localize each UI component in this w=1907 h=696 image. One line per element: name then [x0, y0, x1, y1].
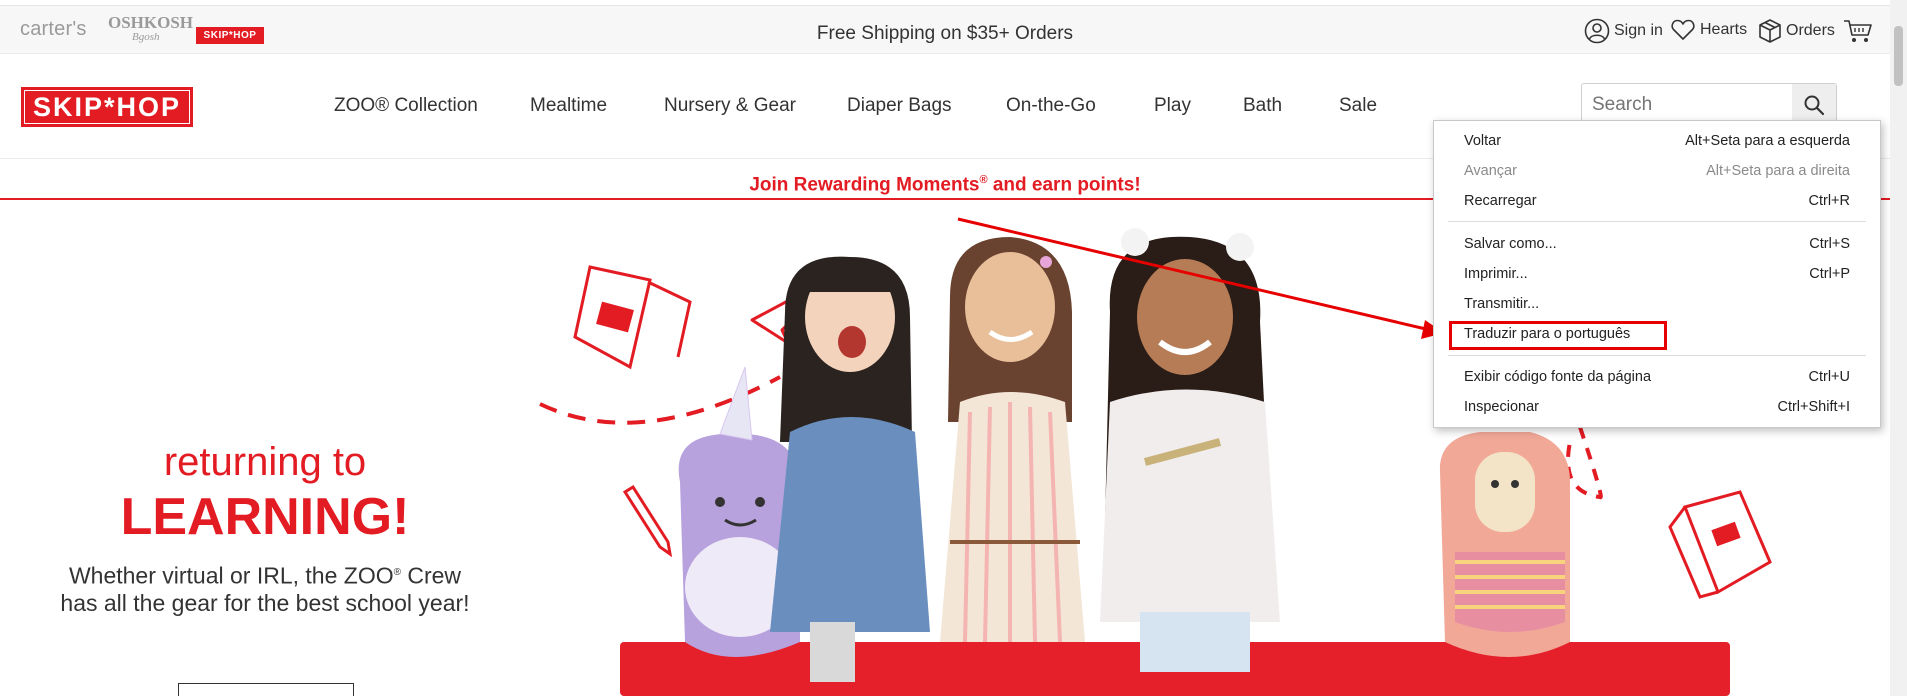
menu-item-save-as[interactable]: Salvar como... Ctrl+S [1434, 231, 1880, 257]
menu-shortcut: Ctrl+U [1808, 369, 1851, 385]
translate-highlight-box [1449, 321, 1667, 350]
menu-separator [1448, 221, 1866, 222]
menu-label: Inspecionar [1464, 399, 1539, 415]
menu-item-back[interactable]: Voltar Alt+Seta para a esquerda [1434, 128, 1880, 154]
menu-label: Recarregar [1464, 193, 1537, 209]
menu-shortcut: Ctrl+S [1809, 236, 1850, 252]
menu-shortcut: Ctrl+Shift+I [1777, 399, 1850, 415]
menu-shortcut: Ctrl+R [1808, 193, 1851, 209]
menu-item-inspect[interactable]: Inspecionar Ctrl+Shift+I [1434, 394, 1880, 420]
menu-label: Avançar [1464, 163, 1517, 179]
menu-shortcut: Alt+Seta para a direita [1706, 163, 1850, 179]
menu-shortcut: Ctrl+P [1809, 266, 1850, 282]
menu-item-print[interactable]: Imprimir... Ctrl+P [1434, 261, 1880, 287]
menu-item-reload[interactable]: Recarregar Ctrl+R [1434, 188, 1880, 214]
menu-label: Transmitir... [1464, 296, 1540, 312]
page-scrollbar[interactable] [1890, 0, 1907, 696]
menu-label: Exibir código fonte da página [1464, 369, 1652, 385]
menu-label: Salvar como... [1464, 236, 1557, 252]
menu-item-cast[interactable]: Transmitir... [1434, 291, 1880, 317]
menu-shortcut: Alt+Seta para a esquerda [1685, 133, 1850, 149]
browser-context-menu: Voltar Alt+Seta para a esquerda Avançar … [1433, 120, 1881, 428]
menu-item-view-source[interactable]: Exibir código fonte da página Ctrl+U [1434, 364, 1880, 390]
menu-label: Voltar [1464, 133, 1502, 149]
menu-item-forward[interactable]: Avançar Alt+Seta para a direita [1434, 158, 1880, 184]
menu-separator [1448, 355, 1866, 356]
scrollbar-thumb[interactable] [1894, 26, 1903, 86]
menu-label: Imprimir... [1464, 266, 1528, 282]
